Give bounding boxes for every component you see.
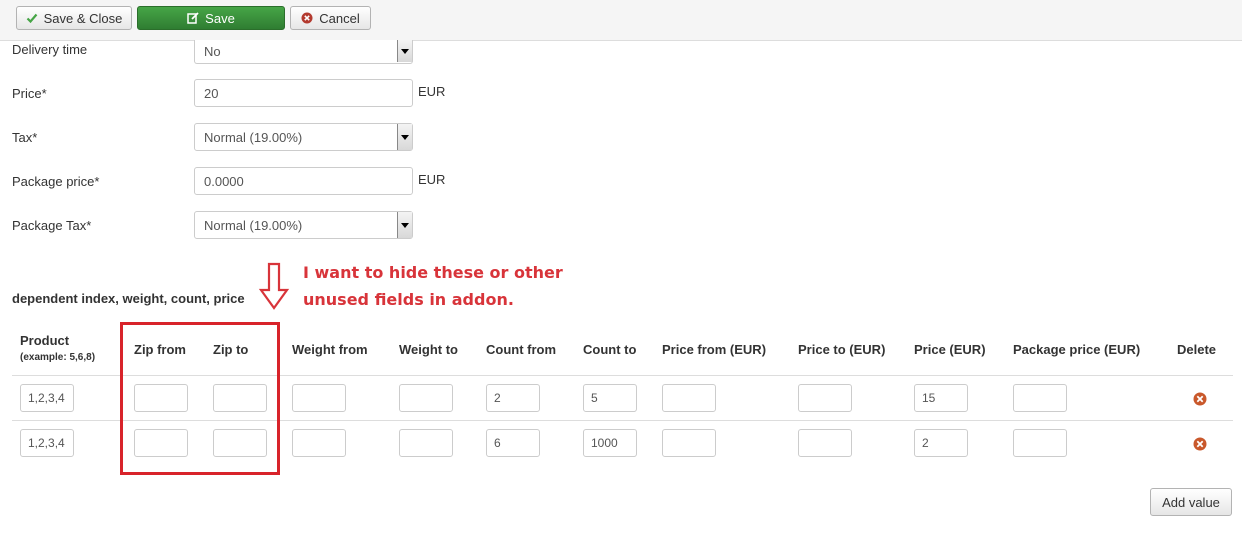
- save-close-label: Save & Close: [43, 10, 123, 26]
- price-input[interactable]: 2: [914, 429, 968, 457]
- cancel-button[interactable]: Cancel: [290, 6, 371, 30]
- price-from-input[interactable]: [662, 384, 716, 412]
- count-from-input[interactable]: 2: [486, 384, 540, 412]
- column-header-product: Product: [20, 333, 70, 348]
- product-input[interactable]: 1,2,3,4: [20, 429, 74, 457]
- delivery-time-label: Delivery time: [12, 42, 88, 57]
- price-value: 2: [922, 436, 929, 450]
- product-value: 1,2,3,4: [28, 436, 65, 450]
- delete-icon[interactable]: [1193, 437, 1207, 451]
- column-header-count-from: Count from: [486, 342, 557, 357]
- package-price-unit: EUR: [418, 172, 446, 187]
- column-header-delete: Delete: [1177, 342, 1217, 357]
- product-input[interactable]: 1,2,3,4: [20, 384, 74, 412]
- annotation-line-2: unused fields in addon.: [303, 290, 514, 309]
- weight-to-input[interactable]: [399, 429, 453, 457]
- package-price-input[interactable]: [1013, 429, 1067, 457]
- delivery-time-value: No: [204, 44, 221, 59]
- price-from-input[interactable]: [662, 429, 716, 457]
- price-to-input[interactable]: [798, 429, 852, 457]
- toolbar: Save & Close Save Cancel: [0, 0, 1242, 41]
- weight-from-input[interactable]: [292, 384, 346, 412]
- annotation-highlight-box: [120, 322, 280, 475]
- column-header-product-example: (example: 5,6,8): [20, 352, 96, 363]
- annotation-line-1: I want to hide these or other: [303, 263, 563, 282]
- save-button[interactable]: Save: [137, 6, 285, 30]
- price-unit: EUR: [418, 84, 446, 99]
- count-to-value: 5: [591, 391, 598, 405]
- column-header-price-from: Price from (EUR): [662, 342, 767, 357]
- price-input[interactable]: 15: [914, 384, 968, 412]
- column-header-weight-from: Weight from: [292, 342, 368, 357]
- column-header-count-to: Count to: [583, 342, 637, 357]
- package-tax-select[interactable]: Normal (19.00%): [194, 211, 413, 239]
- tax-value: Normal (19.00%): [204, 129, 303, 145]
- package-tax-label: Package Tax*: [12, 218, 92, 233]
- cancel-label: Cancel: [319, 10, 360, 26]
- checkmark-icon: [26, 12, 38, 24]
- save-close-button[interactable]: Save & Close: [16, 6, 132, 30]
- price-input[interactable]: 20: [194, 79, 413, 107]
- column-header-weight-to: Weight to: [399, 342, 458, 357]
- price-value: 20: [204, 85, 219, 101]
- count-to-input[interactable]: 5: [583, 384, 637, 412]
- count-from-value: 6: [494, 436, 501, 450]
- edit-icon: [187, 12, 199, 24]
- count-to-value: 1000: [591, 436, 618, 450]
- delete-icon[interactable]: [1193, 392, 1207, 406]
- price-to-input[interactable]: [798, 384, 852, 412]
- section-title: dependent index, weight, count, price: [12, 291, 245, 306]
- column-header-price-to: Price to (EUR): [798, 342, 886, 357]
- add-value-button[interactable]: Add value: [1150, 488, 1232, 516]
- cancel-icon: [301, 12, 313, 24]
- save-label: Save: [205, 10, 235, 26]
- chevron-down-icon: [397, 124, 412, 150]
- count-from-value: 2: [494, 391, 501, 405]
- add-value-label: Add value: [1162, 494, 1220, 510]
- count-to-input[interactable]: 1000: [583, 429, 637, 457]
- price-value: 15: [922, 391, 936, 405]
- delivery-time-select[interactable]: No: [194, 40, 413, 64]
- column-header-price: Price (EUR): [914, 342, 986, 357]
- package-tax-value: Normal (19.00%): [204, 217, 303, 233]
- price-label: Price*: [12, 86, 47, 101]
- product-value: 1,2,3,4: [28, 391, 65, 405]
- weight-to-input[interactable]: [399, 384, 453, 412]
- package-price-value: 0.0000: [204, 173, 244, 189]
- column-header-package-price: Package price (EUR): [1013, 342, 1141, 357]
- tax-select[interactable]: Normal (19.00%): [194, 123, 413, 151]
- annotation-arrow-icon: [258, 262, 290, 310]
- chevron-down-icon: [397, 40, 412, 62]
- weight-from-input[interactable]: [292, 429, 346, 457]
- package-price-input[interactable]: [1013, 384, 1067, 412]
- tax-label: Tax*: [12, 130, 38, 145]
- package-price-label: Package price*: [12, 174, 100, 189]
- package-price-input[interactable]: 0.0000: [194, 167, 413, 195]
- count-from-input[interactable]: 6: [486, 429, 540, 457]
- chevron-down-icon: [397, 212, 412, 238]
- annotation-text: I want to hide these or other unused fie…: [303, 259, 603, 313]
